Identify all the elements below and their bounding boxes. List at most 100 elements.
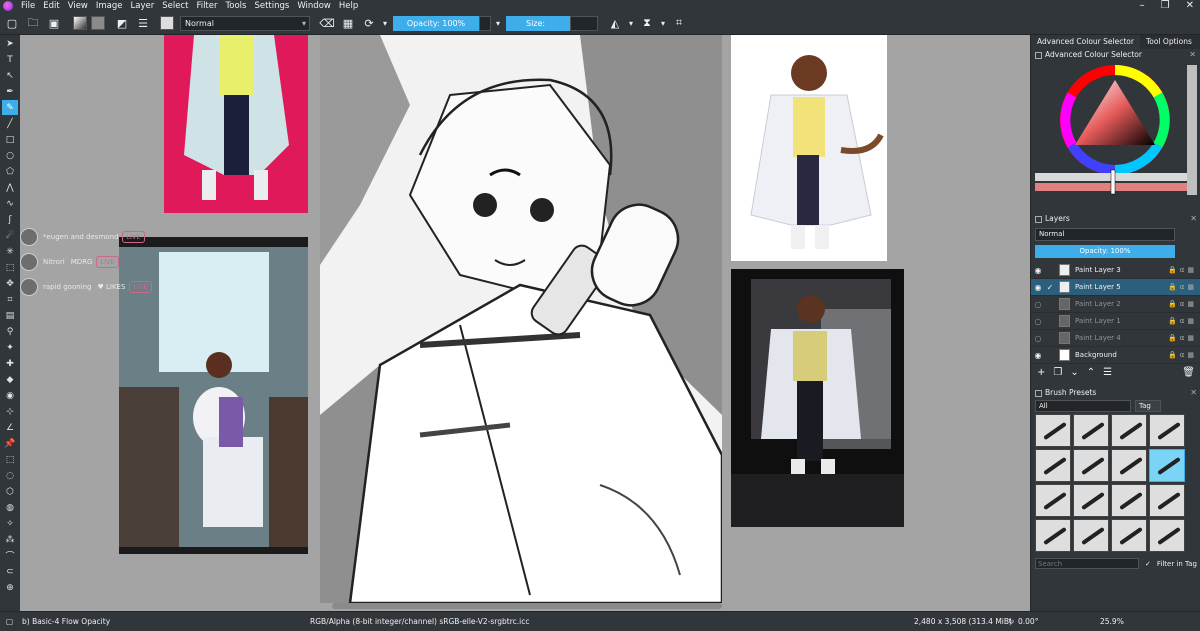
- open-document-icon[interactable]: 🗀: [24, 14, 42, 32]
- rotation-label[interactable]: 0.00°: [1018, 617, 1038, 626]
- brush-preset[interactable]: [1149, 519, 1185, 552]
- menu-select[interactable]: Select: [158, 0, 192, 12]
- layer-lock-icons[interactable]: 🔒α▦: [1168, 317, 1197, 325]
- brush-preset[interactable]: [1111, 414, 1147, 447]
- smart-patch-tool-icon[interactable]: ✚: [2, 356, 18, 371]
- maximize-button[interactable]: ❐: [1161, 0, 1170, 12]
- alpha-lock-icon[interactable]: ▦: [339, 14, 357, 32]
- chevron-down-icon[interactable]: ▾: [627, 14, 635, 32]
- eye-hidden-icon[interactable]: ○: [1031, 317, 1045, 326]
- select-shapes-tool-icon[interactable]: ➤: [2, 36, 18, 51]
- ellipse-tool-icon[interactable]: ○: [2, 148, 18, 163]
- layer-row[interactable]: ◉ ✓ Paint Layer 5 🔒α▦: [1031, 279, 1200, 296]
- duplicate-layer-icon[interactable]: ❐: [1053, 367, 1062, 378]
- drawing-canvas[interactable]: [320, 35, 722, 603]
- minimize-button[interactable]: –: [1140, 0, 1145, 12]
- add-layer-icon[interactable]: +: [1037, 367, 1045, 378]
- layer-row[interactable]: ○ Paint Layer 2 🔒α▦: [1031, 296, 1200, 313]
- menu-settings[interactable]: Settings: [250, 0, 293, 12]
- size-slider-track[interactable]: [570, 15, 598, 31]
- close-icon[interactable]: ✕: [1190, 213, 1197, 224]
- reference-image-3[interactable]: [731, 35, 887, 261]
- brush-preset[interactable]: [1111, 484, 1147, 517]
- calligraphy-tool-icon[interactable]: ✒: [2, 84, 18, 99]
- brush-tag-button[interactable]: Tag: [1135, 400, 1161, 412]
- gradient-tool-icon[interactable]: ▤: [2, 308, 18, 323]
- assistant-tool-icon[interactable]: ⊹: [2, 404, 18, 419]
- elliptical-selection-tool-icon[interactable]: ◌: [2, 468, 18, 483]
- reference-images-tool-icon[interactable]: 📌: [2, 436, 18, 451]
- brush-filter-select[interactable]: All: [1035, 400, 1131, 412]
- multibrush-tool-icon[interactable]: ✳: [2, 244, 18, 259]
- brush-preset-selected[interactable]: [1149, 449, 1185, 482]
- brush-preset-thumbnail[interactable]: [160, 16, 174, 30]
- edit-shapes-tool-icon[interactable]: ↖: [2, 68, 18, 83]
- pattern-swatch[interactable]: [91, 16, 105, 30]
- polygon-tool-icon[interactable]: ⬠: [2, 164, 18, 179]
- eye-hidden-icon[interactable]: ○: [1031, 334, 1045, 343]
- layer-lock-icons[interactable]: 🔒α▦: [1168, 351, 1197, 359]
- eye-icon[interactable]: ◉: [1031, 351, 1045, 360]
- menu-edit[interactable]: Edit: [39, 0, 63, 12]
- brush-preset[interactable]: [1073, 519, 1109, 552]
- brush-preset[interactable]: [1035, 484, 1071, 517]
- check-icon[interactable]: ✓: [1045, 283, 1055, 292]
- current-brush-label[interactable]: b) Basic-4 Flow Opacity: [22, 617, 110, 626]
- layer-lock-icons[interactable]: 🔒α▦: [1168, 300, 1197, 308]
- reload-preset-icon[interactable]: ⟳: [360, 14, 378, 32]
- menu-tools[interactable]: Tools: [222, 0, 251, 12]
- menu-layer[interactable]: Layer: [127, 0, 159, 12]
- close-button[interactable]: ✕: [1186, 0, 1194, 12]
- freehand-path-tool-icon[interactable]: ʃ: [2, 212, 18, 227]
- magnetic-selection-tool-icon[interactable]: ⊂: [2, 564, 18, 579]
- reference-image-4[interactable]: [731, 269, 904, 527]
- foreground-background-color-icon[interactable]: ◩: [113, 14, 131, 32]
- crop-tool-icon[interactable]: ⌗: [2, 292, 18, 307]
- dynamic-brush-tool-icon[interactable]: ☄: [2, 228, 18, 243]
- polygonal-selection-tool-icon[interactable]: ⬡: [2, 484, 18, 499]
- brush-editor-icon[interactable]: ☰: [134, 14, 152, 32]
- layer-lock-icons[interactable]: 🔒α▦: [1168, 334, 1197, 342]
- bezier-tool-icon[interactable]: ∿: [2, 196, 18, 211]
- eraser-icon[interactable]: ⌫: [318, 14, 336, 32]
- menu-file[interactable]: File: [17, 0, 39, 12]
- tab-tool-options[interactable]: Tool Options: [1140, 35, 1198, 49]
- colour-selector[interactable]: [1035, 65, 1197, 205]
- brush-preset[interactable]: [1035, 519, 1071, 552]
- gradient-swatch[interactable]: [73, 16, 87, 30]
- brush-preset[interactable]: [1111, 519, 1147, 552]
- opacity-slider-track[interactable]: [479, 15, 491, 31]
- brush-preset[interactable]: [1073, 484, 1109, 517]
- menu-image[interactable]: Image: [92, 0, 127, 12]
- chevron-down-icon[interactable]: ▾: [659, 14, 667, 32]
- text-tool-icon[interactable]: T: [2, 52, 18, 67]
- brush-preset[interactable]: [1111, 449, 1147, 482]
- eye-icon[interactable]: ◉: [1031, 283, 1045, 292]
- chevron-down-icon[interactable]: ▾: [381, 14, 389, 32]
- contiguous-selection-tool-icon[interactable]: ✧: [2, 516, 18, 531]
- close-icon[interactable]: ✕: [1190, 387, 1197, 398]
- bezier-selection-tool-icon[interactable]: ⌒: [2, 548, 18, 563]
- brush-preset[interactable]: [1073, 449, 1109, 482]
- layer-opacity-slider[interactable]: Opacity: 100%: [1035, 245, 1175, 258]
- line-tool-icon[interactable]: ╱: [2, 116, 18, 131]
- eye-hidden-icon[interactable]: ○: [1031, 300, 1045, 309]
- freehand-brush-tool-icon[interactable]: ✎: [2, 100, 18, 115]
- mirror-vertical-icon[interactable]: ⧗: [638, 14, 656, 32]
- rectangle-tool-icon[interactable]: □: [2, 132, 18, 147]
- brush-preset[interactable]: [1149, 484, 1185, 517]
- menu-filter[interactable]: Filter: [192, 0, 221, 12]
- canvas-area[interactable]: *eugen and desmond LIVE Nitrori MDRG LIV…: [20, 35, 1030, 611]
- similar-selection-tool-icon[interactable]: ⁂: [2, 532, 18, 547]
- move-layer-up-icon[interactable]: ⌃: [1087, 367, 1095, 378]
- color-picker-tool-icon[interactable]: ⚲: [2, 324, 18, 339]
- brush-preset[interactable]: [1035, 449, 1071, 482]
- layer-row[interactable]: ○ Paint Layer 4 🔒α▦: [1031, 330, 1200, 347]
- crop-icon[interactable]: ⌗: [670, 14, 688, 32]
- rotate-icon[interactable]: ↻: [1008, 617, 1014, 626]
- move-layer-down-icon[interactable]: ⌄: [1070, 367, 1078, 378]
- polyline-tool-icon[interactable]: ⋀: [2, 180, 18, 195]
- layer-row[interactable]: ◉ Background 🔒α▦: [1031, 347, 1200, 364]
- layer-blend-select[interactable]: Normal: [1035, 228, 1175, 241]
- layer-row[interactable]: ○ Paint Layer 1 🔒α▦: [1031, 313, 1200, 330]
